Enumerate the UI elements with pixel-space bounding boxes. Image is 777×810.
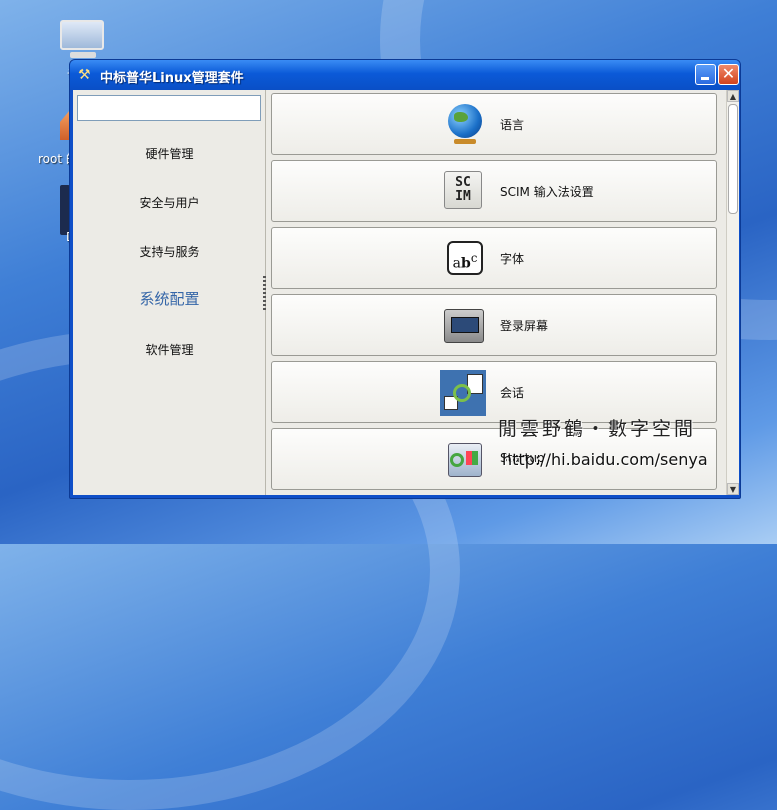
module-card-login-screen[interactable]: 登录屏幕 xyxy=(271,294,717,356)
module-card-fonts[interactable]: abc 字体 xyxy=(271,227,717,289)
module-label: 会话 xyxy=(500,386,525,400)
vertical-scrollbar[interactable]: ▲ ▼ xyxy=(726,90,739,495)
login-screen-icon xyxy=(444,305,486,347)
scroll-up-arrow-icon[interactable]: ▲ xyxy=(727,90,739,102)
module-label: 字体 xyxy=(500,252,525,266)
sidebar-item-software[interactable]: 软件管理 xyxy=(73,341,266,358)
category-sidebar: 硬件管理 安全与用户 支持与服务 系统配置 软件管理 xyxy=(73,90,266,495)
sidebar-item-security-users[interactable]: 安全与用户 xyxy=(73,194,266,211)
globe-icon xyxy=(444,104,486,146)
desktop-computer-icon[interactable] xyxy=(60,20,106,60)
tools-icon: ⚒ xyxy=(78,67,91,83)
watermark-title: 閒雲野鶴・數字空間 xyxy=(498,418,697,440)
font-icon: abc xyxy=(444,238,486,280)
module-card-language[interactable]: 语言 xyxy=(271,93,717,155)
module-label: SCIM 输入法设置 xyxy=(500,185,594,199)
pane-splitter-handle[interactable] xyxy=(263,276,266,310)
search-input[interactable] xyxy=(77,95,261,121)
watermark-url: http://hi.baidu.com/senya xyxy=(502,450,708,469)
close-button[interactable]: ✕ xyxy=(718,64,739,85)
sidebar-item-support-services[interactable]: 支持与服务 xyxy=(73,243,266,260)
window-title: 中标普华Linux管理套件 xyxy=(100,71,244,86)
scrollbar-thumb[interactable] xyxy=(728,104,738,214)
startup-icon xyxy=(444,439,486,481)
module-label: 登录屏幕 xyxy=(500,319,549,333)
sidebar-item-hardware[interactable]: 硬件管理 xyxy=(73,145,266,162)
sidebar-item-system-config[interactable]: 系统配置 xyxy=(73,288,266,309)
minimize-icon xyxy=(701,77,709,80)
module-label: 语言 xyxy=(500,118,525,132)
scroll-down-arrow-icon[interactable]: ▼ xyxy=(727,483,739,495)
window-titlebar[interactable]: ⚒ 中标普华Linux管理套件 ✕ xyxy=(70,60,740,90)
scim-icon: SC IM xyxy=(444,171,486,213)
module-card-scim[interactable]: SC IM SCIM 输入法设置 xyxy=(271,160,717,222)
session-icon xyxy=(440,370,486,416)
minimize-button[interactable] xyxy=(695,64,716,85)
